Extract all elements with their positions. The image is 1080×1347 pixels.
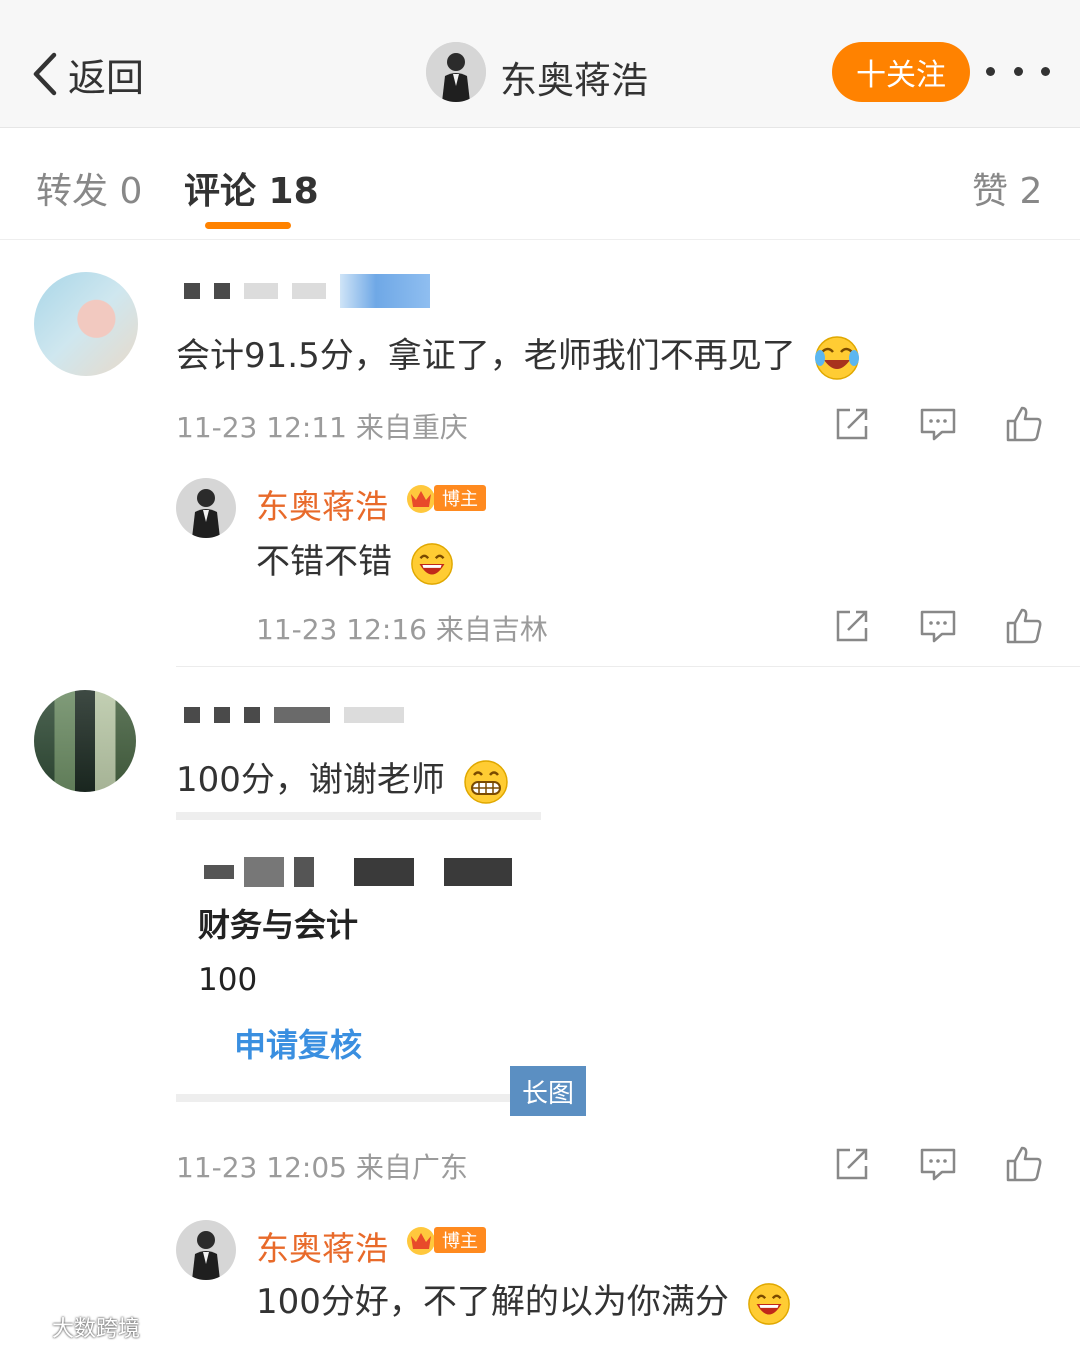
image-edge: [176, 1094, 510, 1102]
comment-divider: [176, 666, 1080, 667]
laugh-cry-emoji: [814, 335, 859, 380]
comment-actions: [832, 1144, 1044, 1184]
reply-author-name[interactable]: 东奥蒋浩: [256, 480, 388, 528]
chevron-left-icon: [33, 52, 57, 96]
watermark-logo-icon: [10, 1316, 47, 1338]
follow-button[interactable]: 十关注: [832, 42, 970, 102]
tab-reposts[interactable]: 转发 0: [36, 162, 142, 214]
active-tab-indicator: [205, 222, 291, 229]
crown-icon: [407, 485, 435, 513]
more-options-icon[interactable]: [986, 56, 1050, 86]
masked-username[interactable]: [184, 700, 404, 730]
share-icon[interactable]: [832, 404, 872, 444]
reply-actions: [832, 606, 1044, 646]
blogger-badge: 博主: [404, 1224, 486, 1256]
reply-text: 不错不错: [256, 534, 455, 587]
laugh-emoji: [747, 1282, 790, 1325]
image-subject-title: 财务与会计: [198, 906, 359, 944]
reply-icon[interactable]: [918, 606, 958, 646]
comment-text: 会计91.5分，拿证了，老师我们不再见了: [176, 328, 861, 382]
like-icon[interactable]: [1004, 1144, 1044, 1184]
like-icon[interactable]: [1004, 404, 1044, 444]
laugh-emoji: [410, 542, 453, 585]
crown-icon: [407, 1227, 435, 1255]
image-score: 100: [198, 962, 258, 998]
share-icon[interactable]: [832, 1144, 872, 1184]
blogger-avatar[interactable]: [176, 478, 236, 538]
comment-text: 100分，谢谢老师: [176, 752, 510, 806]
watermark: 大数跨境: [10, 1310, 140, 1344]
blogger-badge: 博主: [404, 482, 486, 514]
watermark-text: 大数跨境: [52, 1317, 141, 1342]
blogger-badge-label: 博主: [434, 1227, 486, 1253]
blogger-avatar[interactable]: [176, 1220, 236, 1280]
tab-likes[interactable]: 赞 2: [972, 162, 1042, 214]
comment-meta: 11-23 12:11 来自重庆: [176, 411, 468, 444]
tab-comments[interactable]: 评论 18: [184, 162, 319, 214]
masked-text: [204, 854, 512, 890]
comment-actions: [832, 404, 1044, 444]
back-button[interactable]: 返回: [28, 46, 144, 102]
comment-meta: 11-23 12:05 来自广东: [176, 1151, 468, 1184]
reply-author-name[interactable]: 东奥蒋浩: [256, 1222, 388, 1270]
commenter-avatar[interactable]: [34, 272, 138, 376]
reply-text: 100分好，不了解的以为你满分: [256, 1274, 792, 1327]
reply-icon[interactable]: [918, 404, 958, 444]
commenter-avatar[interactable]: [34, 690, 136, 792]
blogger-badge-label: 博主: [434, 485, 486, 511]
long-image-tag: 长图: [510, 1066, 586, 1116]
masked-username[interactable]: [184, 274, 430, 308]
reply-icon[interactable]: [918, 1144, 958, 1184]
grin-emoji: [463, 759, 508, 804]
back-label: 返回: [68, 55, 145, 100]
share-icon[interactable]: [832, 606, 872, 646]
reply-meta: 11-23 12:16 来自吉林: [256, 613, 548, 646]
account-avatar[interactable]: [426, 42, 486, 102]
top-nav-bar: 返回 东奥蒋浩 十关注: [0, 0, 1080, 128]
account-name[interactable]: 东奥蒋浩: [500, 50, 648, 104]
like-icon[interactable]: [1004, 606, 1044, 646]
image-review-link: 申请复核: [234, 1026, 363, 1064]
tab-bar: 转发 0 评论 18 赞 2: [0, 128, 1080, 240]
image-edge: [176, 812, 541, 820]
